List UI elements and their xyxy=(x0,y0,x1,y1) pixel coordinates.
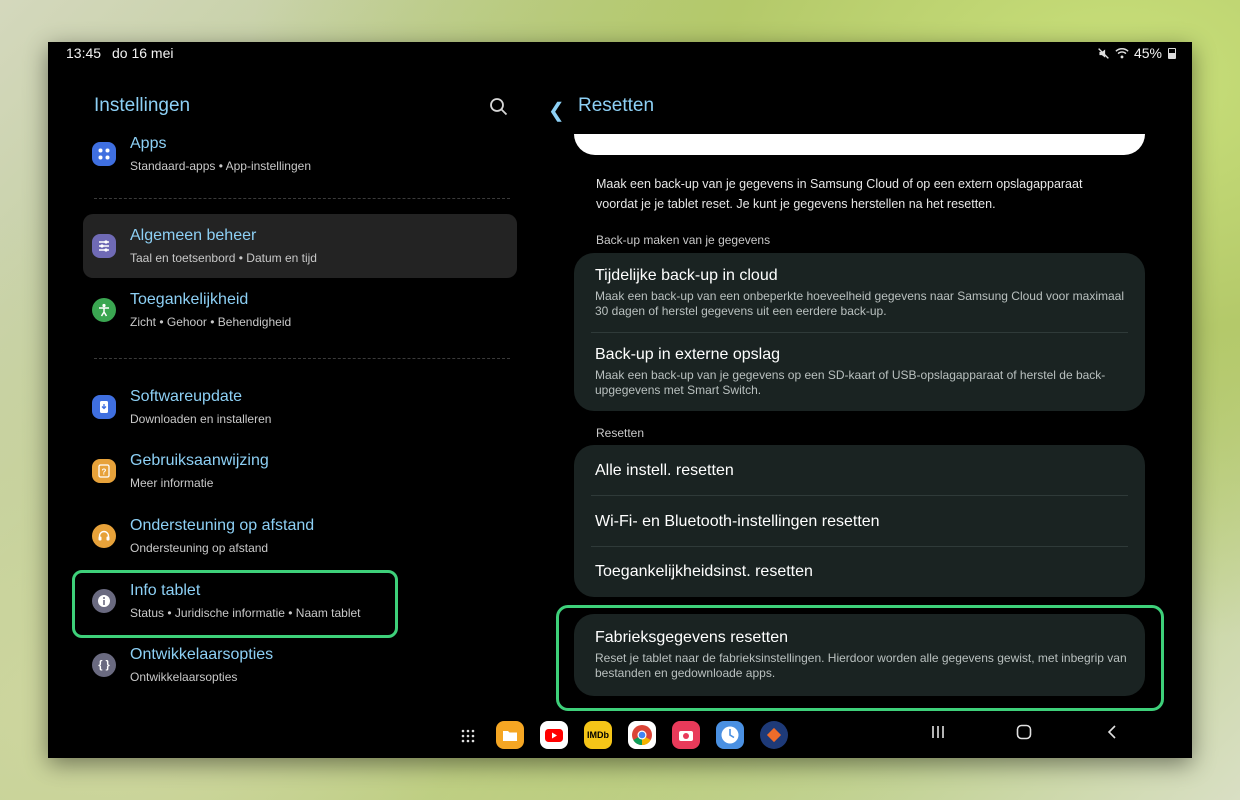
sidebar-item-apps[interactable]: Apps Standaard-apps • App-instellingen xyxy=(83,122,517,186)
backup-external-item[interactable]: Back-up in externe opslag Maak een back-… xyxy=(595,346,1127,398)
sidebar-item-sub: Downloaden en installeren xyxy=(130,412,272,426)
search-icon[interactable] xyxy=(488,96,510,118)
sidebar-item-sub: Taal en toetsenbord • Datum en tijd xyxy=(130,251,317,265)
status-icons: 45% xyxy=(1097,45,1176,61)
sidebar-item-label: Info tablet xyxy=(130,582,201,599)
reset-all-settings-item[interactable]: Alle instell. resetten xyxy=(595,462,1127,480)
sidebar-item-label: Ontwikkelaarsopties xyxy=(130,646,274,663)
sidebar-item-sub: Status • Juridische informatie • Naam ta… xyxy=(130,606,361,620)
backup-card: Tijdelijke back-up in cloud Maak een bac… xyxy=(574,253,1145,411)
row-divider xyxy=(591,546,1128,547)
taskbar: IMDb xyxy=(48,718,1192,758)
reset-description: Maak een back-up van je gegevens in Sams… xyxy=(596,177,1083,211)
sidebar-item-label: Algemeen beheer xyxy=(130,227,257,244)
sidebar-item-label: Ondersteuning op afstand xyxy=(130,517,315,534)
status-date: do 16 mei xyxy=(112,45,174,61)
sidebar-item-ontwikkelaarsopties[interactable]: { } Ontwikkelaarsopties Ontwikkelaarsopt… xyxy=(83,633,517,697)
back-button[interactable] xyxy=(1104,724,1120,745)
sidebar-item-label: Apps xyxy=(130,135,167,152)
highlight-frame xyxy=(556,605,1164,711)
sidebar-item-label: Gebruiksaanwijzing xyxy=(130,452,269,469)
sidebar-item-sub: Meer informatie xyxy=(130,476,214,490)
reset-section-label: Resetten xyxy=(596,426,645,440)
recent-apps-button[interactable] xyxy=(930,724,946,745)
headset-icon xyxy=(92,524,116,548)
sidebar-item-gebruiksaanwijzing[interactable]: ? Gebruiksaanwijzing Meer informatie xyxy=(83,439,517,503)
info-icon xyxy=(92,589,116,613)
row-divider xyxy=(591,332,1128,333)
item-title: Back-up in externe opslag xyxy=(595,346,780,363)
back-arrow-icon[interactable]: ❮ xyxy=(548,98,565,123)
clock-app-icon[interactable] xyxy=(716,721,744,749)
backup-cloud-item[interactable]: Tijdelijke back-up in cloud Maak een bac… xyxy=(595,267,1127,319)
backup-section-label: Back-up maken van je gegevens xyxy=(596,233,771,247)
app-drawer-icon[interactable] xyxy=(460,728,476,744)
code-braces-icon: { } xyxy=(92,653,116,677)
wifi-icon xyxy=(1115,48,1129,59)
sidebar-item-sub: Standaard-apps • App-instellingen xyxy=(130,159,311,173)
battery-icon xyxy=(1168,47,1176,59)
reset-wifi-bluetooth-item[interactable]: Wi-Fi- en Bluetooth-instellingen resette… xyxy=(595,513,1127,531)
divider xyxy=(94,358,510,359)
chrome-app-icon[interactable] xyxy=(628,721,656,749)
reset-card: Alle instell. resetten Wi-Fi- en Bluetoo… xyxy=(574,445,1145,597)
sidebar-item-info-tablet[interactable]: Info tablet Status • Juridische informat… xyxy=(72,570,398,638)
mute-icon xyxy=(1098,47,1109,59)
apps-icon xyxy=(92,142,116,166)
header-card-bottom xyxy=(574,134,1145,155)
row-divider xyxy=(591,495,1128,496)
sidebar-item-label: Toegankelijkheid xyxy=(130,291,249,308)
divider xyxy=(94,198,510,199)
update-icon xyxy=(92,395,116,419)
sidebar-item-sub: Ontwikkelaarsopties xyxy=(130,670,238,684)
item-title: Toegankelijkheidsinst. resetten xyxy=(595,563,813,580)
sliders-icon xyxy=(92,234,116,258)
files-app-icon[interactable] xyxy=(496,721,524,749)
item-title: Wi-Fi- en Bluetooth-instellingen resette… xyxy=(595,513,880,530)
item-title: Alle instell. resetten xyxy=(595,462,734,479)
reset-accessibility-item[interactable]: Toegankelijkheidsinst. resetten xyxy=(595,563,1127,581)
settings-title: Instellingen xyxy=(94,95,191,116)
youtube-app-icon[interactable] xyxy=(540,721,568,749)
sidebar-item-sub: Ondersteuning op afstand xyxy=(130,541,269,555)
sidebar-item-softwareupdate[interactable]: Softwareupdate Downloaden en installeren xyxy=(83,375,517,439)
sidebar-item-algemeen-beheer[interactable]: Algemeen beheer Taal en toetsenbord • Da… xyxy=(83,214,517,278)
imdb-app-icon[interactable]: IMDb xyxy=(584,721,612,749)
status-time: 13:45 xyxy=(66,45,102,61)
home-button[interactable] xyxy=(1016,724,1032,745)
sidebar-item-label: Softwareupdate xyxy=(130,388,243,405)
item-title: Tijdelijke back-up in cloud xyxy=(595,267,778,284)
camera-app-icon[interactable] xyxy=(672,721,700,749)
sidebar-item-toegankelijkheid[interactable]: Toegankelijkheid Zicht • Gehoor • Behend… xyxy=(83,278,517,342)
accessibility-icon xyxy=(92,298,116,322)
sidebar-item-ondersteuning[interactable]: Ondersteuning op afstand Ondersteuning o… xyxy=(83,504,517,568)
nos-app-icon[interactable] xyxy=(760,721,788,749)
item-sub: Maak een back-up van je gegevens op een … xyxy=(595,368,1106,397)
page-title: Resetten xyxy=(578,95,655,116)
manual-icon: ? xyxy=(92,459,116,483)
tablet-screen: 13:45 do 16 mei 45% Instellingen Apps St… xyxy=(48,42,1192,758)
battery-percent: 45% xyxy=(1133,45,1162,61)
item-sub: Maak een back-up van een onbeperkte hoev… xyxy=(595,289,1125,318)
sidebar-item-sub: Zicht • Gehoor • Behendigheid xyxy=(130,315,292,329)
status-bar: 13:45 do 16 mei 45% xyxy=(48,42,1192,64)
svg-text:?: ? xyxy=(102,468,107,477)
